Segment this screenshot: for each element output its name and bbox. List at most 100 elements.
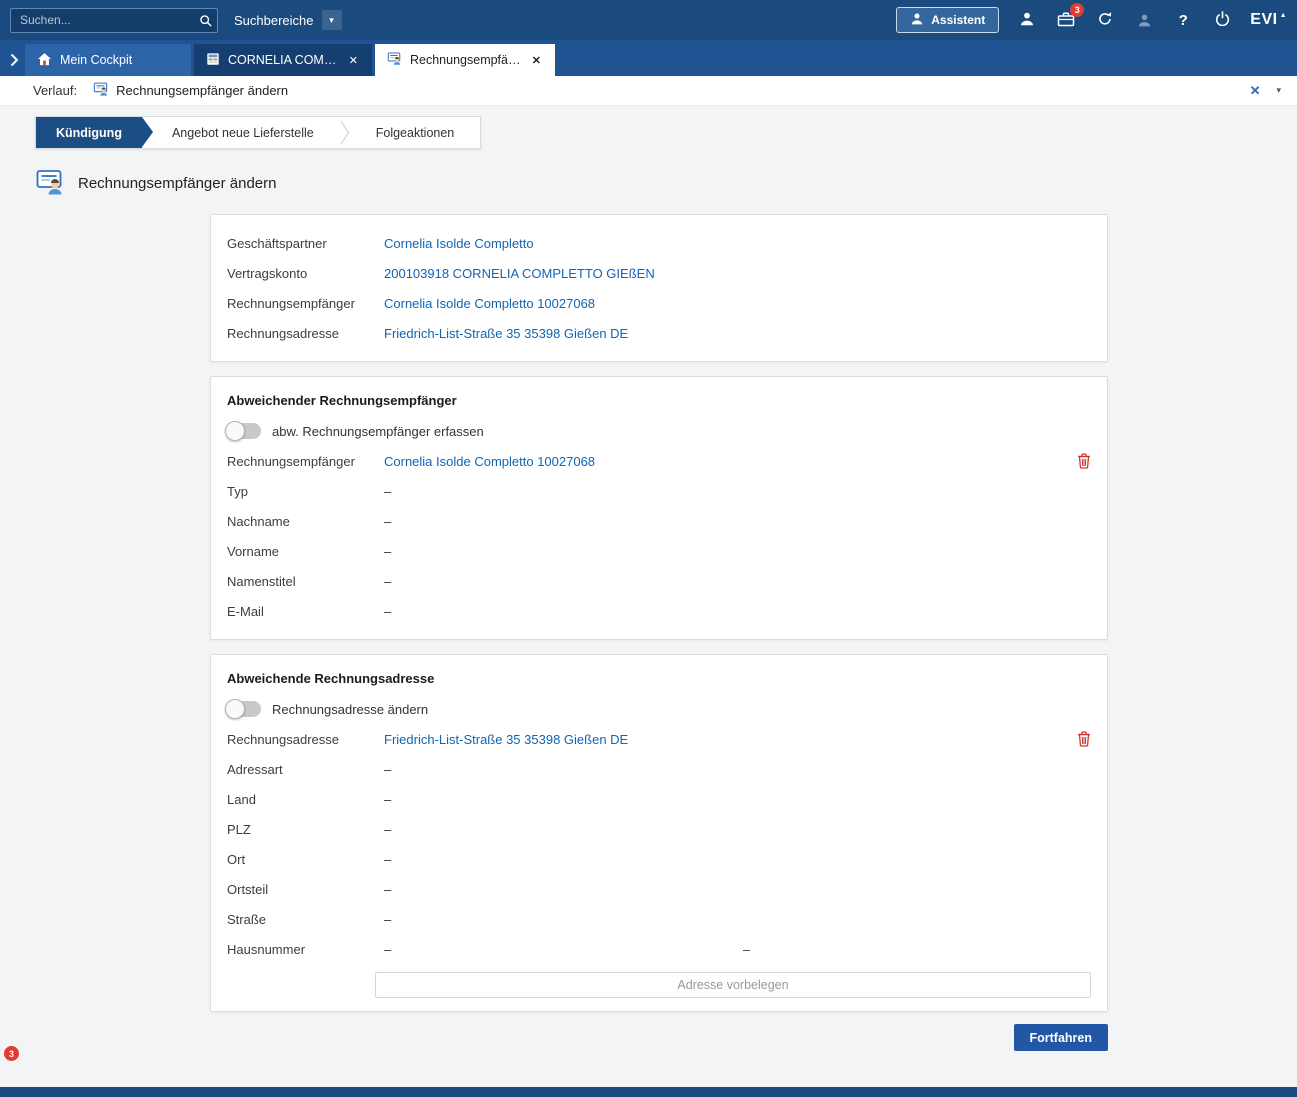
step-label: Kündigung [56, 126, 122, 140]
flame-icon: ▲ [1280, 12, 1287, 19]
recipient-card: Abweichender Rechnungsempfänger abw. Rec… [210, 376, 1108, 640]
power-icon [1215, 11, 1230, 29]
field-value: – [384, 484, 1065, 499]
search-scope-dropdown[interactable]: Suchbereiche ▾ [234, 10, 342, 30]
toggle-label: Rechnungsadresse ändern [272, 702, 428, 717]
close-icon[interactable]: ✕ [530, 52, 543, 69]
trash-icon[interactable] [1077, 731, 1091, 747]
global-search [10, 8, 218, 33]
assistant-icon [910, 12, 924, 29]
prefill-row: Adresse vorbelegen [227, 972, 1091, 998]
rechnungsadresse-link[interactable]: Friedrich-List-Straße 35 35398 Gießen DE [384, 732, 1065, 747]
content-area: Verlauf: Rechnungsempfänger ändern ✕ ▾ K… [0, 76, 1297, 1087]
field-row: Vorname – [227, 536, 1091, 566]
geschaeftspartner-link[interactable]: Cornelia Isolde Completto [384, 236, 1065, 251]
field-value: – [384, 792, 1065, 807]
history-icon [1133, 9, 1155, 31]
field-label: Adressart [227, 762, 384, 777]
field-row: Nachname – [227, 506, 1091, 536]
field-row: Rechnungsempfänger Cornelia Isolde Compl… [227, 288, 1091, 318]
field-row: Namenstitel – [227, 566, 1091, 596]
step-kuendigung[interactable]: Kündigung [36, 117, 142, 148]
history-bar-actions: ✕ ▾ [1250, 83, 1281, 99]
close-icon[interactable]: ✕ [347, 52, 360, 69]
footer-actions: Fortfahren [210, 1024, 1108, 1051]
field-label: Vorname [227, 544, 384, 559]
logout-button[interactable] [1211, 9, 1233, 31]
bottom-bar [0, 1087, 1297, 1097]
field-row: Vertragskonto 200103918 CORNELIA COMPLET… [227, 258, 1091, 288]
card-title: Abweichender Rechnungsempfänger [227, 393, 1091, 408]
user-icon [1019, 11, 1035, 30]
field-row: PLZ – [227, 814, 1091, 844]
toggle-row: abw. Rechnungsempfänger erfassen [227, 416, 1091, 446]
topbar: Suchbereiche ▾ Assistent 3 ? [0, 0, 1297, 40]
toggle-label: abw. Rechnungsempfänger erfassen [272, 424, 484, 439]
toggle-abw-rechnungsempfaenger[interactable] [227, 423, 261, 439]
field-label: Vertragskonto [227, 266, 384, 281]
field-label: Namenstitel [227, 574, 384, 589]
adresse-vorbelegen-button[interactable]: Adresse vorbelegen [375, 972, 1091, 998]
redo-icon [1097, 11, 1113, 29]
card-title: Abweichende Rechnungsadresse [227, 671, 1091, 686]
help-button[interactable]: ? [1172, 9, 1194, 31]
field-value-secondary: – [743, 942, 1065, 957]
step-angebot-neue-lieferstelle[interactable]: Angebot neue Lieferstelle [142, 117, 340, 148]
search-scope-label: Suchbereiche [234, 13, 314, 28]
step-folgeaktionen[interactable]: Folgeaktionen [350, 117, 481, 148]
field-row: Ortsteil – [227, 874, 1091, 904]
invoice-recipient-icon [35, 167, 65, 200]
chevron-down-icon[interactable]: ▾ [1276, 85, 1281, 96]
field-row: Land – [227, 784, 1091, 814]
notification-badge: 3 [1070, 3, 1084, 17]
field-label: PLZ [227, 822, 384, 837]
search-input[interactable] [10, 8, 218, 33]
field-row: Geschäftspartner Cornelia Isolde Complet… [227, 228, 1091, 258]
continue-button[interactable]: Fortfahren [1014, 1024, 1109, 1051]
tab-rechnungsempfaenger[interactable]: Rechnungsempfäng... ✕ [375, 44, 555, 76]
field-label: Nachname [227, 514, 384, 529]
chevron-right-icon[interactable] [3, 44, 25, 76]
trash-icon[interactable] [1077, 453, 1091, 469]
field-label: E-Mail [227, 604, 384, 619]
close-icon[interactable]: ✕ [1250, 83, 1261, 99]
invoice-recipient-icon [387, 51, 402, 69]
field-label: Rechnungsadresse [227, 326, 384, 341]
field-label: Typ [227, 484, 384, 499]
home-icon [37, 52, 52, 69]
rechnungsempfaenger-link[interactable]: Cornelia Isolde Completto 10027068 [384, 296, 1065, 311]
redo-button[interactable] [1094, 9, 1116, 31]
step-separator [340, 117, 350, 148]
rechnungsempfaenger-link[interactable]: Cornelia Isolde Completto 10027068 [384, 454, 1065, 469]
field-label: Geschäftspartner [227, 236, 384, 251]
assistant-button[interactable]: Assistent [896, 7, 999, 33]
toggle-rechnungsadresse-aendern[interactable] [227, 701, 261, 717]
search-icon[interactable] [195, 12, 215, 29]
field-row: Straße – [227, 904, 1091, 934]
tab-mein-cockpit[interactable]: Mein Cockpit [25, 44, 191, 76]
invoice-recipient-icon [93, 81, 109, 100]
user-button[interactable] [1016, 9, 1038, 31]
address-card: Abweichende Rechnungsadresse Rechnungsad… [210, 654, 1108, 1012]
field-label: Rechnungsadresse [227, 732, 384, 747]
notification-corner-badge[interactable]: 3 [4, 1046, 19, 1061]
field-value: – [384, 514, 1065, 529]
field-value: – [384, 942, 743, 957]
field-value: – [384, 882, 1065, 897]
rechnungsadresse-link[interactable]: Friedrich-List-Straße 35 35398 Gießen DE [384, 326, 1065, 341]
page-title: Rechnungsempfänger ändern [78, 175, 276, 192]
step-label: Folgeaktionen [376, 126, 455, 140]
inbox-button[interactable]: 3 [1055, 9, 1077, 31]
chevron-down-icon: ▾ [322, 10, 342, 30]
history-current-item[interactable]: Rechnungsempfänger ändern [93, 81, 288, 100]
field-row: Rechnungsempfänger Cornelia Isolde Compl… [227, 446, 1091, 476]
tab-label: CORNELIA COMPLE... [228, 53, 339, 67]
field-value: – [384, 574, 1065, 589]
field-row: Ort – [227, 844, 1091, 874]
vertragskonto-link[interactable]: 200103918 CORNELIA COMPLETTO GIEßEN [384, 266, 1065, 281]
tab-cornelia-completto[interactable]: CORNELIA COMPLE... ✕ [194, 44, 372, 76]
process-steps: Kündigung Angebot neue Lieferstelle Folg… [35, 116, 481, 149]
field-value: – [384, 604, 1065, 619]
field-row: Adressart – [227, 754, 1091, 784]
field-label: Straße [227, 912, 384, 927]
